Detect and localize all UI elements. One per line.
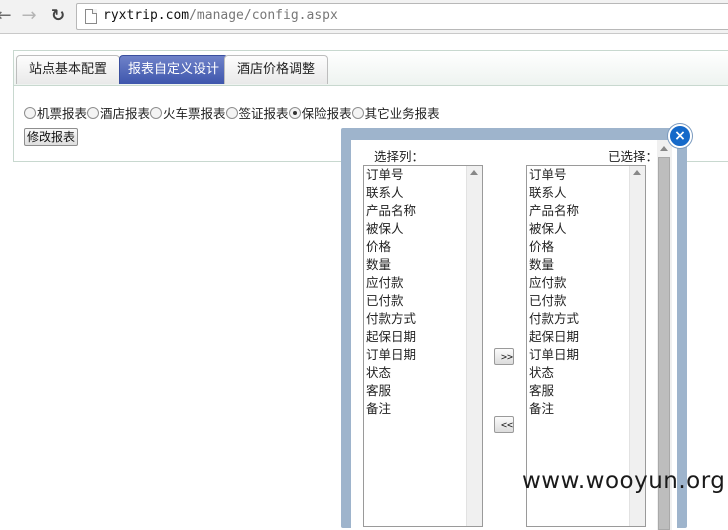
list-item[interactable]: 订单日期 xyxy=(366,346,482,364)
list-item[interactable]: 备注 xyxy=(529,400,645,418)
selected-columns-label: 已选择： xyxy=(608,149,659,164)
page-icon xyxy=(85,9,97,24)
watermark-text: www.wooyun.org xyxy=(522,468,726,494)
add-columns-button[interactable]: >> xyxy=(494,348,514,365)
list-item[interactable]: 被保人 xyxy=(366,220,482,238)
list-item[interactable]: 付款方式 xyxy=(529,310,645,328)
radio-label: 酒店报表 xyxy=(100,106,151,121)
forward-arrow-icon[interactable]: → xyxy=(19,6,39,26)
list-item[interactable]: 起保日期 xyxy=(529,328,645,346)
list-item[interactable]: 已付款 xyxy=(529,292,645,310)
radio-button[interactable] xyxy=(150,107,163,119)
scroll-up-arrow-icon[interactable] xyxy=(660,146,668,151)
radio-label: 保险报表 xyxy=(301,106,352,121)
modify-report-button[interactable]: 修改报表 xyxy=(24,128,79,146)
radio-visa-report[interactable]: 签证报表 xyxy=(225,103,289,122)
report-type-radio-group: 机票报表 酒店报表 火车票报表 签证报表 保险报表 其它业务报表 xyxy=(24,103,440,122)
radio-button[interactable] xyxy=(351,107,364,119)
radio-button[interactable] xyxy=(87,107,100,119)
tab-label: 酒店价格调整 xyxy=(237,62,316,77)
list-item[interactable]: 产品名称 xyxy=(366,202,482,220)
browser-toolbar: ← → ↻ ryxtrip.com/manage/config.aspx xyxy=(0,0,728,34)
list-item[interactable]: 订单日期 xyxy=(529,346,645,364)
list-item[interactable]: 联系人 xyxy=(529,184,645,202)
scroll-up-arrow-icon[interactable] xyxy=(633,170,641,175)
scroll-up-arrow-icon[interactable] xyxy=(470,170,478,175)
radio-label: 火车票报表 xyxy=(163,106,226,121)
list-item[interactable]: 订单号 xyxy=(366,166,482,184)
url-path: /manage/config.aspx xyxy=(189,8,338,23)
remove-columns-button[interactable]: << xyxy=(494,416,514,433)
selected-columns-items: 订单号 联系人 产品名称 被保人 价格 数量 应付款 已付款 付款方式 起保日期 订单日期 状态 客服备… xyxy=(527,166,645,418)
list-item[interactable]: 状态 xyxy=(529,364,645,382)
available-columns-list[interactable]: 订单号 联系人 产品名称 被保人 价格 数量 应付款 已付款 付款方式 起保日期 订单日期 状态 客服备… xyxy=(363,165,483,527)
list-item[interactable]: 已付款 xyxy=(366,292,482,310)
address-bar[interactable]: ryxtrip.com/manage/config.aspx xyxy=(76,3,728,30)
reload-icon[interactable]: ↻ xyxy=(48,6,68,26)
list-item[interactable]: 数量 xyxy=(529,256,645,274)
back-arrow-icon[interactable]: ← xyxy=(0,6,14,26)
url-text: ryxtrip.com/manage/config.aspx xyxy=(103,8,338,23)
list-item[interactable]: 应付款 xyxy=(366,274,482,292)
list-item[interactable]: 被保人 xyxy=(529,220,645,238)
radio-label: 机票报表 xyxy=(37,106,88,121)
available-columns-items: 订单号 联系人 产品名称 被保人 价格 数量 应付款 已付款 付款方式 起保日期 订单日期 状态 客服备… xyxy=(364,166,482,418)
tab-label: 站点基本配置 xyxy=(29,62,108,77)
list-item[interactable]: 客服 xyxy=(366,382,482,400)
close-icon[interactable]: × xyxy=(668,124,692,148)
tab-hotel-price[interactable]: 酒店价格调整 xyxy=(224,55,329,84)
url-host: ryxtrip.com xyxy=(103,8,190,23)
radio-button-selected[interactable] xyxy=(288,107,301,119)
list-item[interactable]: 付款方式 xyxy=(366,310,482,328)
list-item[interactable]: 客服 xyxy=(529,382,645,400)
list-item[interactable]: 起保日期 xyxy=(366,328,482,346)
radio-flight-report[interactable]: 机票报表 xyxy=(24,103,87,122)
tab-site-config[interactable]: 站点基本配置 xyxy=(16,55,121,84)
radio-button[interactable] xyxy=(225,107,238,119)
list-item[interactable]: 订单号 xyxy=(529,166,645,184)
list-item[interactable]: 价格 xyxy=(366,238,482,256)
radio-insurance-report[interactable]: 保险报表 xyxy=(288,103,352,122)
tab-report-design[interactable]: 报表自定义设计 xyxy=(119,55,229,84)
list-item[interactable]: 价格 xyxy=(529,238,645,256)
radio-label: 其它业务报表 xyxy=(364,106,440,121)
list-item[interactable]: 数量 xyxy=(366,256,482,274)
radio-label: 签证报表 xyxy=(238,106,289,121)
list-item[interactable]: 产品名称 xyxy=(529,202,645,220)
radio-other-report[interactable]: 其它业务报表 xyxy=(351,103,440,122)
radio-button[interactable] xyxy=(24,107,36,119)
list-item[interactable]: 联系人 xyxy=(366,184,482,202)
radio-hotel-report[interactable]: 酒店报表 xyxy=(87,103,150,122)
tab-label: 报表自定义设计 xyxy=(128,62,220,77)
list-scrollbar[interactable] xyxy=(466,166,482,526)
list-item[interactable]: 应付款 xyxy=(529,274,645,292)
radio-train-report[interactable]: 火车票报表 xyxy=(150,103,226,122)
tab-strip: 站点基本配置 报表自定义设计 酒店价格调整 xyxy=(14,51,728,86)
list-item[interactable]: 状态 xyxy=(366,364,482,382)
available-columns-label: 选择列： xyxy=(374,149,425,164)
list-item[interactable]: 备注 xyxy=(366,400,482,418)
